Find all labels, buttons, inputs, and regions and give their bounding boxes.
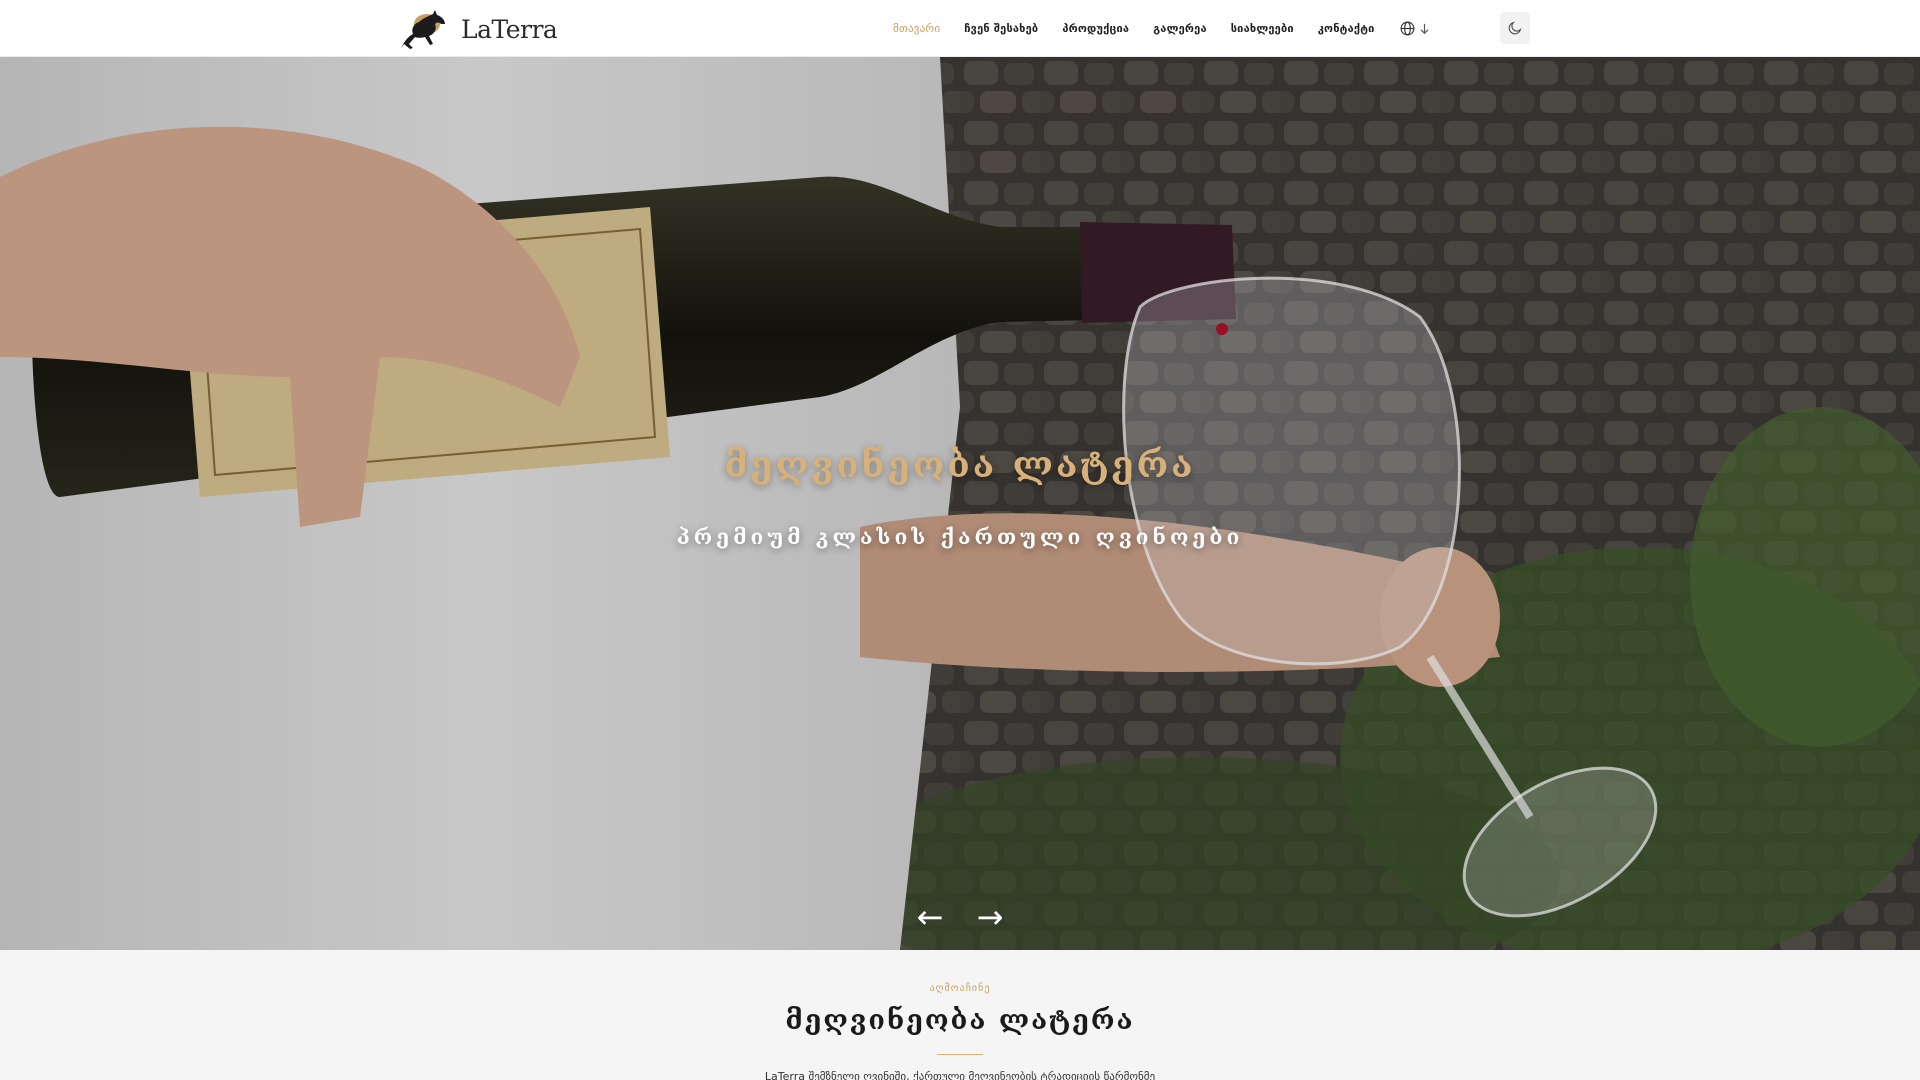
site-logo[interactable]: LaTerra [395, 6, 558, 52]
nav-item-about[interactable]: ჩვენ შესახებ [964, 22, 1038, 35]
main-nav: მთავარი ჩვენ შესახებ პროდუქცია გალერეა ს… [893, 0, 1430, 57]
hero-subtitle: პრემიუმ კლასის ქართული ღვინოები [676, 524, 1244, 549]
site-header: LaTerra მთავარი ჩვენ შესახებ პროდუქცია გ… [0, 0, 1920, 57]
about-text: LaTerra შემზნელი ღვინიში, ქართული მეღვინ… [764, 1070, 1156, 1080]
theme-toggle-button[interactable] [1500, 12, 1530, 44]
hero-title: მეღვინეობა ლატერა [724, 444, 1196, 486]
moon-icon [1508, 21, 1522, 35]
nav-item-home[interactable]: მთავარი [893, 22, 940, 35]
hero-slider: მეღვინეობა ლატერა პრემიუმ კლასის ქართული… [0, 57, 1920, 950]
slider-next-button[interactable]: → [970, 899, 1010, 935]
about-kicker: აღმოაჩინე [929, 983, 991, 994]
slider-prev-button[interactable]: ← [910, 899, 950, 935]
horse-logo-icon [401, 10, 445, 49]
nav-item-news[interactable]: სიახლეები [1231, 22, 1294, 35]
title-divider [937, 1054, 983, 1055]
about-title: მეღვინეობა ლატერა [785, 1005, 1135, 1036]
about-section: აღმოაჩინე მეღვინეობა ლატერა LaTerra შემზ… [0, 950, 1920, 1080]
arrow-down-icon [1420, 23, 1428, 34]
nav-item-gallery[interactable]: გალერეა [1153, 22, 1207, 35]
nav-item-contact[interactable]: კონტაქტი [1318, 22, 1375, 35]
globe-icon [1400, 21, 1414, 36]
language-selector[interactable] [1399, 20, 1430, 37]
logo-text: LaTerra [461, 14, 558, 44]
nav-item-products[interactable]: პროდუქცია [1062, 22, 1129, 35]
